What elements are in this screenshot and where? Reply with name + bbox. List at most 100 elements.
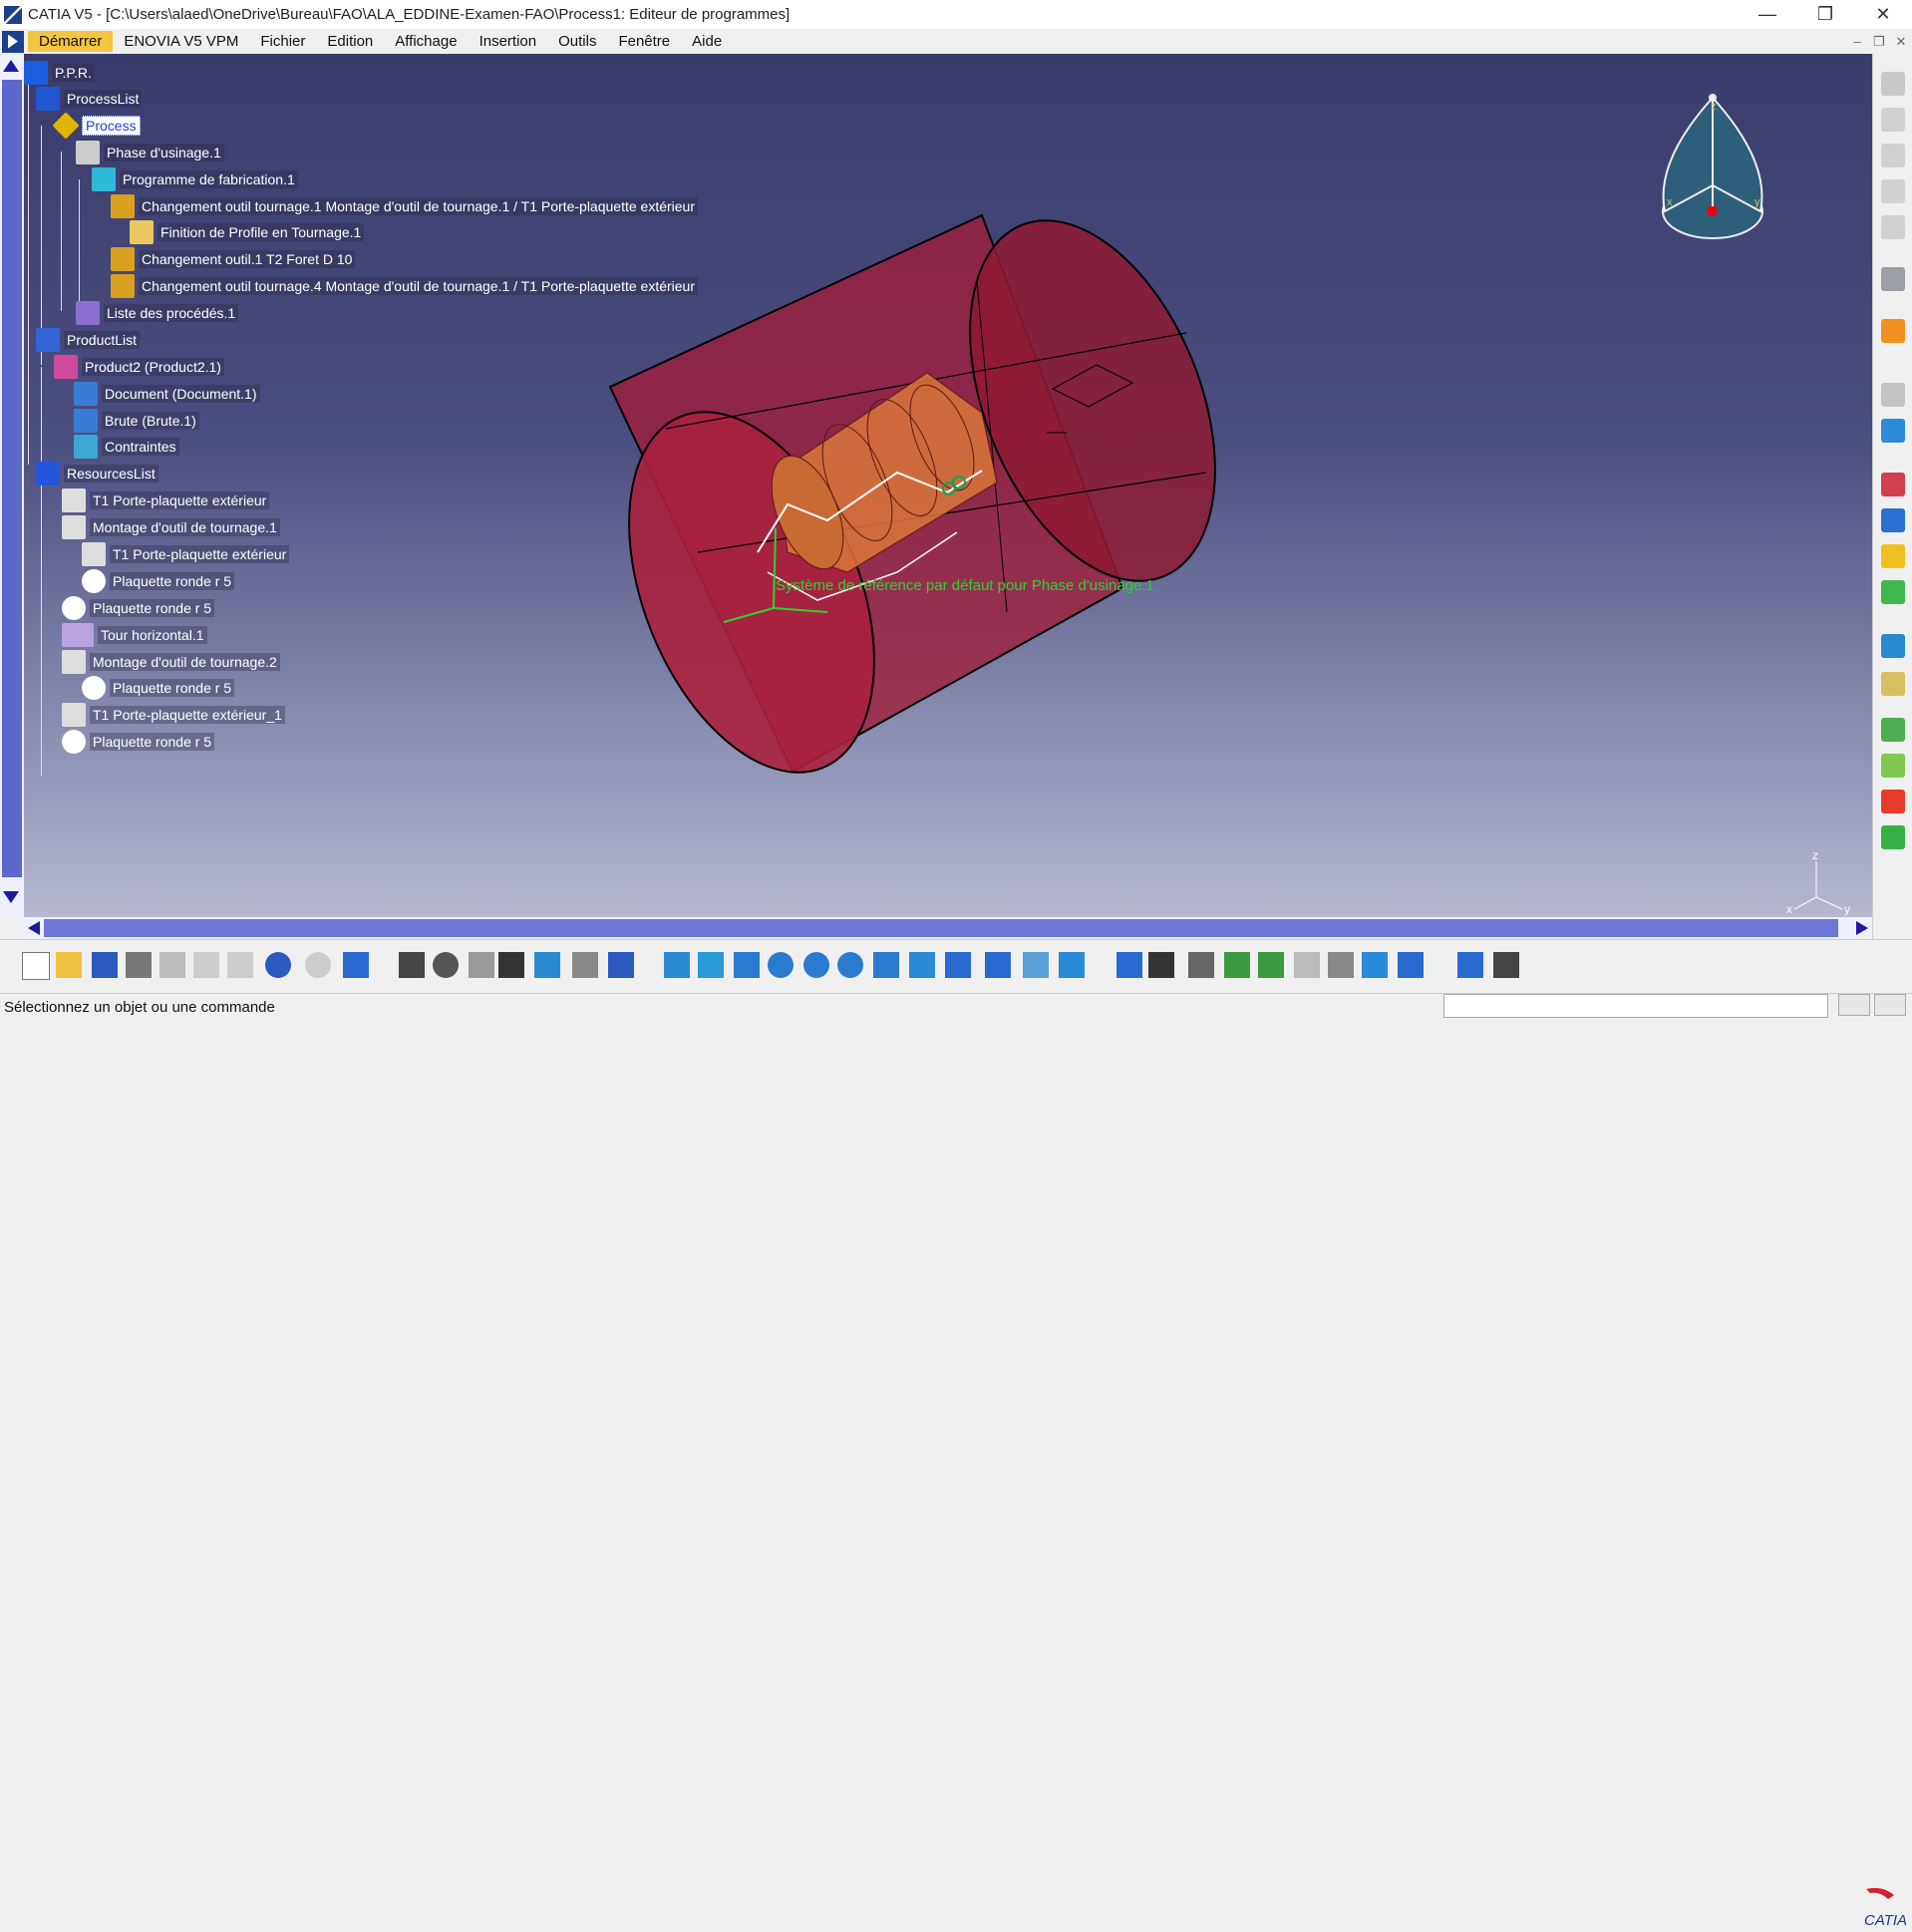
tree-node-resource-2[interactable]: Montage d'outil de tournage.1 <box>62 515 280 539</box>
tool-list-icon[interactable] <box>1328 952 1354 978</box>
plane-icon[interactable] <box>1116 952 1142 978</box>
open-folder-icon[interactable] <box>56 952 82 978</box>
menu-insertion[interactable]: Insertion <box>469 31 548 52</box>
knowledge-icon[interactable] <box>433 952 459 978</box>
cut-icon[interactable] <box>159 952 185 978</box>
rotate-icon[interactable] <box>768 952 794 978</box>
select-cursor-icon[interactable] <box>1881 319 1905 343</box>
workbench-icon[interactable] <box>1881 72 1905 96</box>
table-icon[interactable] <box>498 952 524 978</box>
minimize-button[interactable]: — <box>1739 0 1796 29</box>
tree-node-ppr[interactable]: P.P.R. <box>24 61 95 85</box>
menu-outils[interactable]: Outils <box>547 31 607 52</box>
fly-mode-icon[interactable] <box>664 952 690 978</box>
save-icon[interactable] <box>92 952 118 978</box>
scroll-down-icon[interactable] <box>3 891 19 903</box>
tree-node-resource-7[interactable]: Montage d'outil de tournage.2 <box>62 650 280 674</box>
tree-node-resource-3[interactable]: T1 Porte-plaquette extérieur <box>82 542 290 566</box>
zoom-in-icon[interactable] <box>803 952 829 978</box>
hide-show-icon[interactable] <box>1023 952 1049 978</box>
manufacturing-program-icon[interactable] <box>1881 144 1905 167</box>
horizontal-scroll-thumb[interactable] <box>44 919 1838 937</box>
tree-node-resource-10[interactable]: Plaquette ronde r 5 <box>62 730 215 754</box>
tree-node-process[interactable]: Process <box>52 112 141 140</box>
swap-visible-space-icon[interactable] <box>1059 952 1085 978</box>
tree-node-resource-1[interactable]: T1 Porte-plaquette extérieur <box>62 488 270 512</box>
reorder-icon[interactable] <box>608 952 634 978</box>
profile-finishing-icon[interactable] <box>1881 544 1905 568</box>
tree-node-document[interactable]: Document (Document.1) <box>74 382 260 406</box>
tree-vertical-scrollbar[interactable] <box>0 54 24 917</box>
scroll-left-icon[interactable] <box>28 921 40 935</box>
tree-node-tool-change-4[interactable]: Changement outil tournage.4 Montage d'ou… <box>111 274 699 298</box>
new-file-icon[interactable] <box>22 952 50 980</box>
tree-node-brute[interactable]: Brute (Brute.1) <box>74 409 199 433</box>
tool-icon[interactable] <box>1881 267 1905 291</box>
catalog-icon[interactable] <box>534 952 560 978</box>
threading-icon[interactable] <box>1881 580 1905 604</box>
close-button[interactable]: ✕ <box>1854 0 1912 29</box>
simulation-icon[interactable] <box>1224 952 1250 978</box>
command-input[interactable] <box>1443 994 1828 1018</box>
tool-path-replay-icon[interactable] <box>1188 952 1214 978</box>
shading-icon[interactable] <box>985 952 1011 978</box>
scroll-up-icon[interactable] <box>3 60 19 72</box>
tree-node-productlist[interactable]: ProductList <box>36 328 141 352</box>
print-icon[interactable] <box>126 952 152 978</box>
document-menu-icon[interactable] <box>2 30 24 53</box>
lathe-machine-icon[interactable] <box>1881 383 1905 407</box>
menu-demarrer[interactable]: Démarrer <box>28 31 114 52</box>
tree-node-resource-4[interactable]: Plaquette ronde r 5 <box>82 569 235 593</box>
scroll-right-icon[interactable] <box>1856 921 1868 935</box>
video-simulation-icon[interactable] <box>1881 825 1905 849</box>
groove-icon[interactable] <box>1881 508 1905 532</box>
machining-process-icon[interactable] <box>1881 179 1905 203</box>
menu-affichage[interactable]: Affichage <box>384 31 468 52</box>
paste-icon[interactable] <box>227 952 253 978</box>
multi-view-icon[interactable] <box>909 952 935 978</box>
tabular-icon[interactable] <box>1148 952 1174 978</box>
iso-view-icon[interactable] <box>945 952 971 978</box>
tool-path-icon[interactable] <box>1881 634 1905 658</box>
vertical-scroll-thumb[interactable] <box>2 80 22 877</box>
whats-this-icon[interactable] <box>343 952 369 978</box>
compass-icon[interactable]: z x y <box>1662 94 1763 239</box>
tree-node-tool-change-1[interactable]: Changement outil tournage.1 Montage d'ou… <box>111 194 699 218</box>
stock-icon[interactable] <box>1881 754 1905 778</box>
report-icon[interactable] <box>1398 952 1424 978</box>
menu-fichier[interactable]: Fichier <box>249 31 316 52</box>
horizontal-scrollbar[interactable] <box>24 917 1872 939</box>
pan-icon[interactable] <box>734 952 760 978</box>
formula-icon[interactable] <box>399 952 425 978</box>
menu-fenetre[interactable]: Fenêtre <box>607 31 681 52</box>
transition-path-icon[interactable] <box>1457 952 1483 978</box>
status-button-2[interactable] <box>1874 994 1906 1016</box>
tree-node-resourceslist[interactable]: ResourcesList <box>36 462 159 485</box>
menu-enovia[interactable]: ENOVIA V5 VPM <box>113 31 249 52</box>
geometry-icon[interactable] <box>1881 718 1905 742</box>
remove-computed-icon[interactable] <box>1294 952 1320 978</box>
auxiliary-operation-icon[interactable] <box>1881 215 1905 239</box>
menu-aide[interactable]: Aide <box>681 31 733 52</box>
normal-view-icon[interactable] <box>873 952 899 978</box>
tree-node-procedures[interactable]: Liste des procédés.1 <box>76 301 239 325</box>
maximize-button[interactable]: ❐ <box>1796 0 1854 29</box>
nc-output-icon[interactable] <box>1881 672 1905 696</box>
copy-icon[interactable] <box>193 952 219 978</box>
tree-node-product2[interactable]: Product2 (Product2.1) <box>54 355 224 379</box>
part-operation-icon[interactable] <box>1881 108 1905 132</box>
setup-doc-icon[interactable] <box>1362 952 1388 978</box>
undo-icon[interactable] <box>265 952 291 978</box>
fit-all-icon[interactable] <box>698 952 724 978</box>
redo-icon[interactable] <box>305 952 331 978</box>
design-part-icon[interactable] <box>1881 790 1905 813</box>
tree-node-resource-9[interactable]: T1 Porte-plaquette extérieur_1 <box>62 703 285 727</box>
macro-icon[interactable] <box>469 952 494 978</box>
generate-nc-icon[interactable] <box>1258 952 1284 978</box>
tree-node-finishing[interactable]: Finition de Profile en Tournage.1 <box>130 220 365 244</box>
tree-node-program[interactable]: Programme de fabrication.1 <box>92 167 298 191</box>
machine-icon[interactable] <box>1493 952 1519 978</box>
tree-node-resource-5[interactable]: Plaquette ronde r 5 <box>62 596 215 620</box>
zoom-out-icon[interactable] <box>837 952 863 978</box>
tree-node-tool-change-2[interactable]: Changement outil.1 T2 Foret D 10 <box>111 247 356 271</box>
